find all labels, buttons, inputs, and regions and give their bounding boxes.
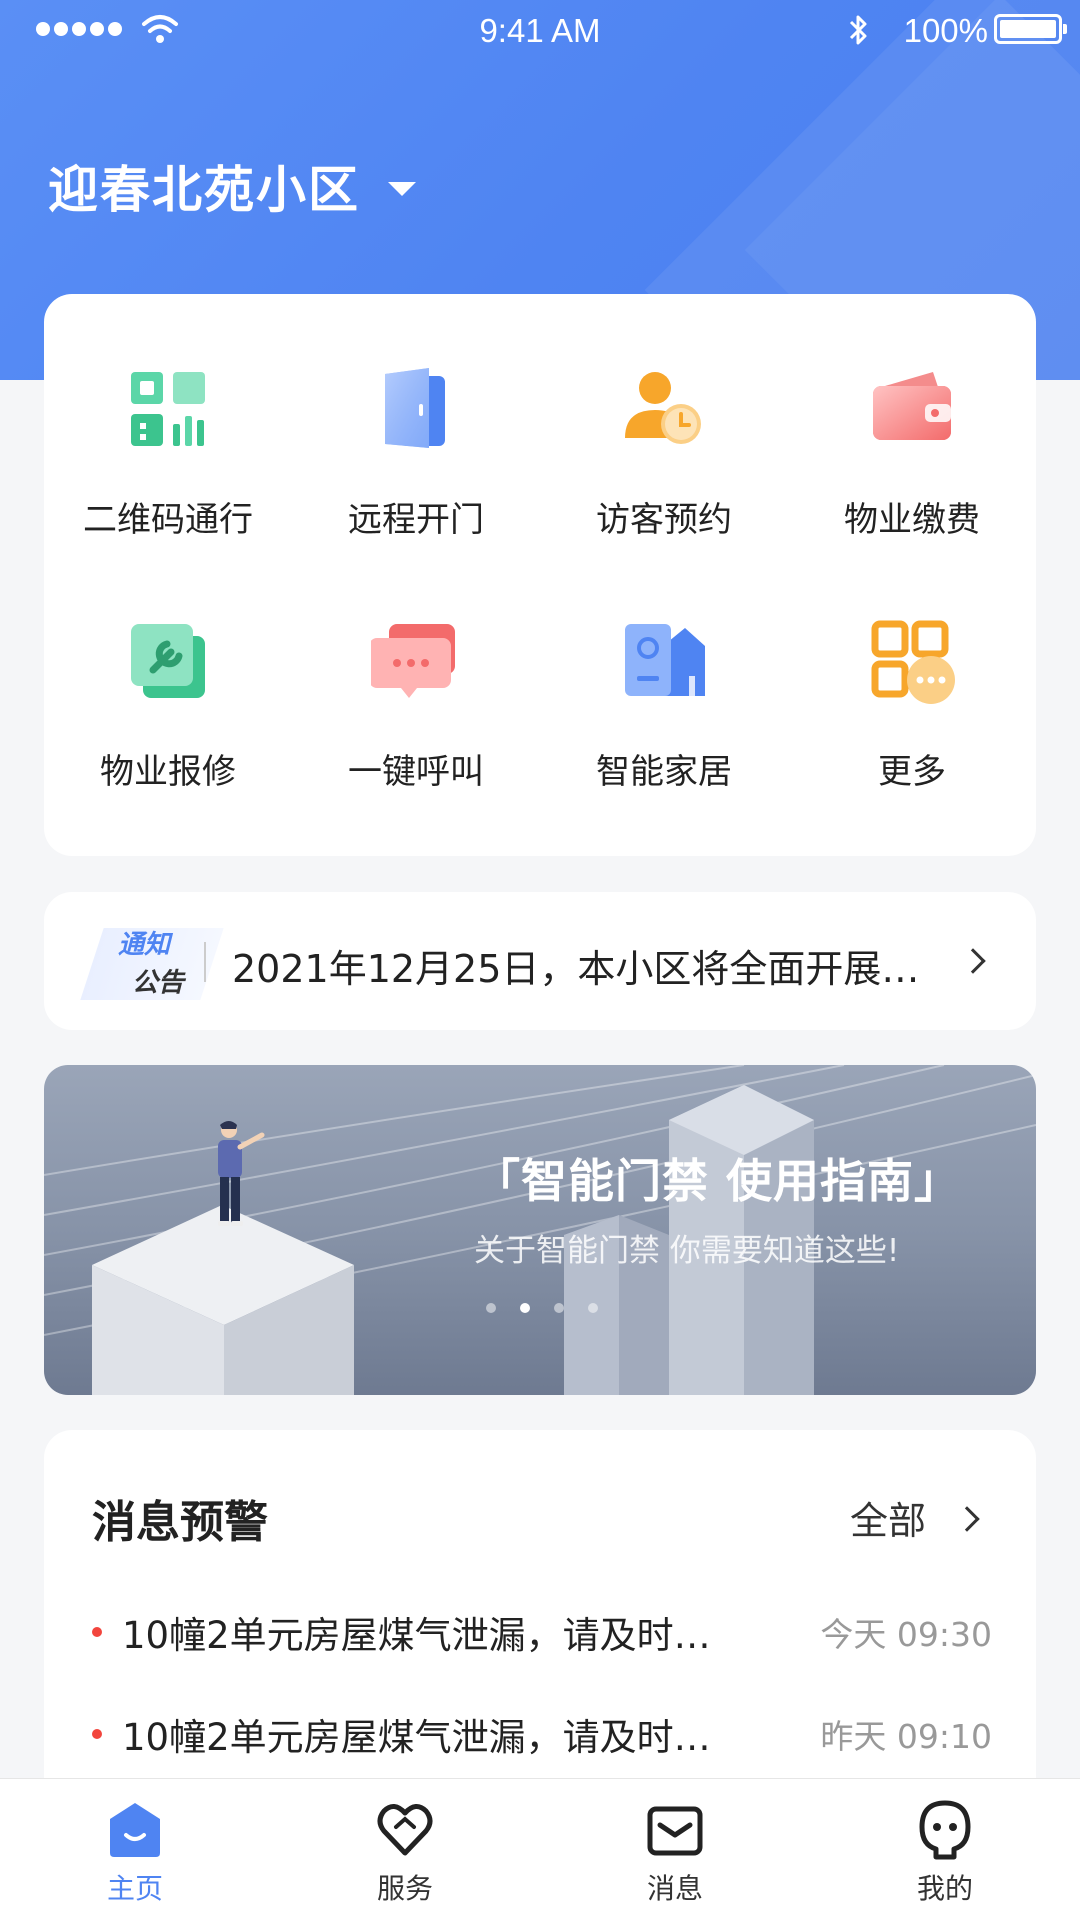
qr-code-icon: [131, 372, 205, 446]
chat-call-icon: [371, 624, 455, 698]
home-screen: 9:41 AM 100% 迎春北苑小区 二维码通行 远程开门 访客预约 物业缴费…: [0, 0, 1080, 1920]
service-label: 访客预约: [596, 500, 732, 540]
service-label: 物业缴费: [844, 500, 980, 540]
alerts-title: 消息预警: [92, 1497, 268, 1548]
tab-label: 服务: [376, 1872, 433, 1905]
unread-dot: [92, 1729, 102, 1739]
community-name: 迎春北苑小区: [48, 161, 360, 219]
notice-bar[interactable]: 通知 公告 2021年12月25日，本小区将全面开展…: [44, 892, 1036, 1030]
service-repair[interactable]: 物业报修: [44, 586, 292, 838]
alerts-section: 消息预警 全部 10幢2单元房屋煤气泄漏，请及时… 今天 09:30 10幢2单…: [44, 1430, 1036, 1790]
profile-icon: [919, 1800, 971, 1860]
carousel-dot[interactable]: [554, 1303, 564, 1313]
heart-icon: [377, 1804, 433, 1856]
carousel-dots[interactable]: [486, 1303, 598, 1313]
tab-label: 主页: [106, 1872, 163, 1905]
wrench-icon: [131, 624, 205, 698]
service-property-fee[interactable]: 物业缴费: [788, 334, 1036, 586]
tab-label: 消息: [646, 1872, 703, 1905]
visitor-clock-icon: [625, 372, 701, 444]
alert-text: 10幢2单元房屋煤气泄漏，请及时…: [122, 1716, 711, 1759]
service-label: 远程开门: [348, 500, 484, 540]
battery-percent: 100%: [903, 12, 988, 49]
alert-text: 10幢2单元房屋煤气泄漏，请及时…: [122, 1614, 711, 1657]
alert-time: 今天 09:30: [820, 1615, 992, 1654]
home-icon: [110, 1803, 160, 1857]
battery-icon: [994, 14, 1067, 44]
service-label: 更多: [878, 752, 946, 792]
smart-home-icon: [625, 624, 705, 696]
banner-title: 「智能门禁 使用指南」: [474, 1154, 962, 1208]
more-grid-icon: [871, 620, 955, 704]
alert-item[interactable]: 10幢2单元房屋煤气泄漏，请及时… 今天 09:30: [92, 1602, 992, 1662]
banner-subtitle: 关于智能门禁 你需要知道这些!: [474, 1233, 900, 1269]
view-all-link[interactable]: 全部: [850, 1490, 926, 1545]
bluetooth-icon: [849, 15, 867, 45]
tab-messages[interactable]: 消息: [540, 1779, 810, 1920]
tab-services[interactable]: 服务: [270, 1779, 540, 1920]
service-label: 智能家居: [596, 752, 732, 792]
unread-dot: [92, 1627, 102, 1637]
chevron-right-icon[interactable]: [954, 1506, 980, 1532]
bottom-tab-bar: 主页 服务 消息 我的: [0, 1778, 1080, 1920]
notice-text: 2021年12月25日，本小区将全面开展…: [232, 947, 920, 991]
service-more[interactable]: 更多: [788, 586, 1036, 838]
service-one-key-call[interactable]: 一键呼叫: [292, 586, 540, 838]
wallet-icon: [873, 372, 951, 440]
service-visitor-booking[interactable]: 访客预约: [540, 334, 788, 586]
community-selector[interactable]: 迎春北苑小区: [48, 150, 416, 222]
notice-divider: [204, 942, 206, 982]
service-label: 物业报修: [100, 752, 236, 792]
service-qr-pass[interactable]: 二维码通行: [44, 334, 292, 586]
carousel-dot-active[interactable]: [520, 1303, 530, 1313]
tab-profile[interactable]: 我的: [810, 1779, 1080, 1920]
alert-time: 昨天 09:10: [820, 1717, 992, 1756]
caret-down-icon: [388, 182, 416, 196]
alert-item[interactable]: 10幢2单元房屋煤气泄漏，请及时… 昨天 09:10: [92, 1704, 992, 1764]
mail-icon: [647, 1806, 703, 1856]
status-bar: 9:41 AM 100%: [0, 0, 1080, 60]
service-label: 一键呼叫: [348, 752, 484, 792]
notice-badge: 通知 公告: [78, 922, 238, 1002]
door-icon: [385, 368, 445, 448]
carousel-dot[interactable]: [486, 1303, 496, 1313]
services-card: 二维码通行 远程开门 访客预约 物业缴费 物业报修 一键呼叫 智能家居 更多: [44, 294, 1036, 856]
service-label: 二维码通行: [83, 500, 253, 540]
service-remote-door[interactable]: 远程开门: [292, 334, 540, 586]
carousel-dot[interactable]: [588, 1303, 598, 1313]
promo-banner[interactable]: 「智能门禁 使用指南」 关于智能门禁 你需要知道这些!: [44, 1065, 1036, 1395]
tab-home[interactable]: 主页: [0, 1779, 270, 1920]
service-smart-home[interactable]: 智能家居: [540, 586, 788, 838]
tab-label: 我的: [916, 1872, 973, 1905]
